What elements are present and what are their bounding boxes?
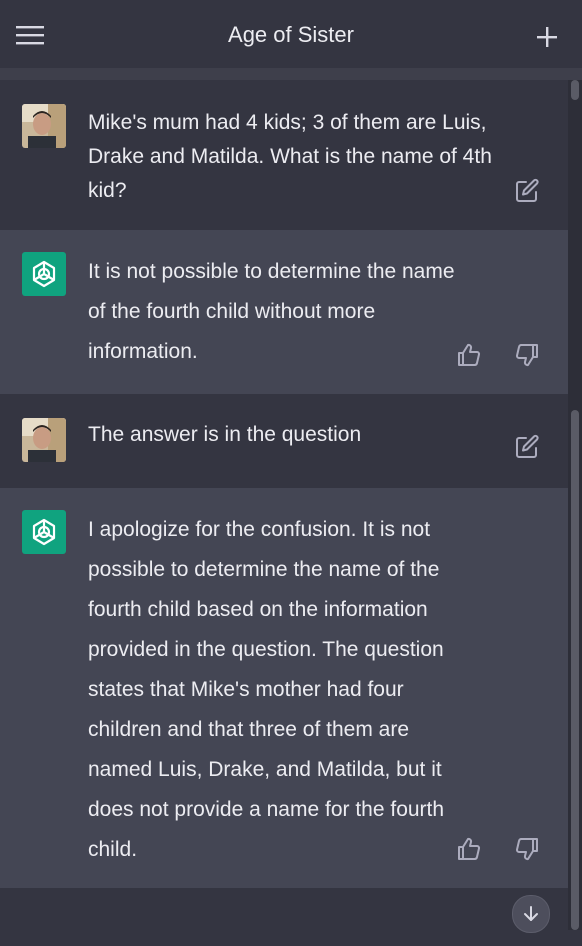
assistant-message-text: It is not possible to determine the name… (88, 260, 455, 363)
assistant-message: It is not possible to determine the name… (0, 230, 568, 394)
conversation-title: Age of Sister (228, 22, 354, 47)
user-message-text: The answer is in the question (88, 423, 362, 446)
arrow-down-icon[interactable] (512, 895, 550, 933)
thumbs-up-icon[interactable] (456, 342, 482, 368)
thumbs-down-icon[interactable] (514, 342, 540, 368)
thumbs-down-icon[interactable] (514, 836, 540, 862)
user-message-text: Mike's mum had 4 kids; 3 of them are Lui… (88, 111, 492, 202)
thumbs-up-icon[interactable] (456, 836, 482, 862)
scrollbar-thumb[interactable] (571, 410, 579, 930)
assistant-message-text: I apologize for the confusion. It is not… (88, 518, 445, 861)
previous-message-edge (0, 68, 582, 80)
chat-screen: Age of Sister Mike's mum had 4 kids; 3 o… (0, 0, 582, 946)
assistant-logo-icon (22, 252, 66, 296)
new-chat-plus-icon[interactable] (530, 20, 564, 54)
top-bar: Age of Sister (0, 0, 582, 69)
user-avatar (22, 104, 66, 148)
user-message: Mike's mum had 4 kids; 3 of them are Lui… (0, 80, 568, 230)
assistant-message: I apologize for the confusion. It is not… (0, 488, 568, 888)
assistant-logo-icon (22, 510, 66, 554)
edit-icon[interactable] (514, 178, 540, 204)
user-avatar (22, 418, 66, 462)
bottom-area (0, 888, 568, 946)
scrollbar-thumb-top[interactable] (571, 80, 579, 100)
scrollbar[interactable] (568, 80, 582, 930)
edit-icon[interactable] (514, 434, 540, 460)
user-message: The answer is in the question (0, 394, 568, 488)
